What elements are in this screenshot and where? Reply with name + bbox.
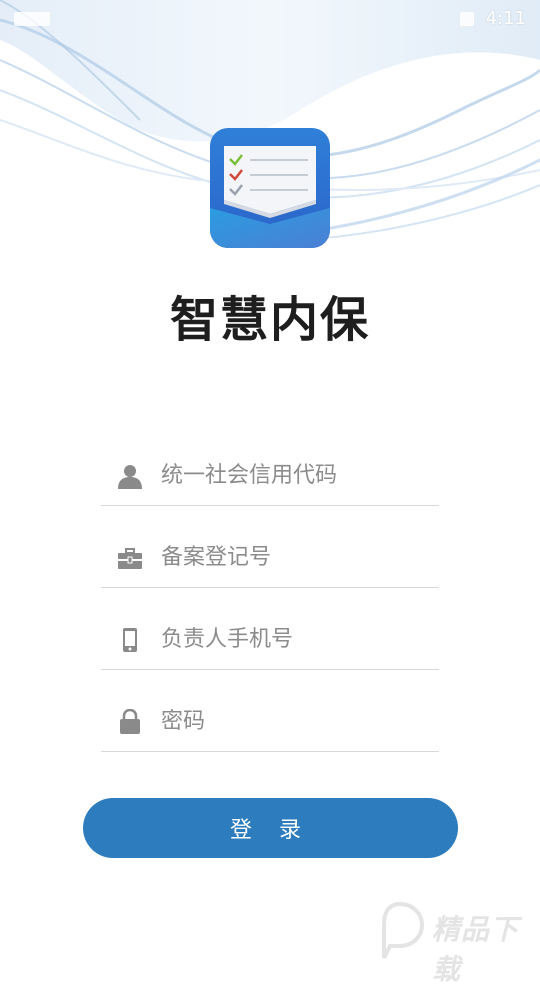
- watermark-text: 精品下载: [432, 913, 520, 986]
- status-bar: 4:11: [0, 0, 540, 36]
- credit-code-input[interactable]: [161, 457, 431, 493]
- briefcase-icon: [117, 545, 143, 571]
- registration-number-field: [101, 527, 439, 588]
- app-logo-icon: [210, 128, 330, 248]
- registration-number-input[interactable]: [161, 539, 431, 575]
- lock-icon: [117, 708, 143, 735]
- app-title: 智慧内保: [169, 292, 370, 348]
- password-input[interactable]: [161, 703, 431, 739]
- login-button[interactable]: 登 录: [83, 798, 458, 858]
- status-notification-icon: [14, 12, 50, 26]
- phone-field: [101, 609, 439, 670]
- user-icon: [117, 463, 143, 489]
- phone-icon: [117, 627, 143, 653]
- status-signal-icon: [460, 12, 474, 26]
- password-field: [101, 691, 439, 752]
- watermark-logo-icon: [382, 901, 425, 959]
- credit-code-field: [101, 445, 439, 506]
- status-time: 4:11: [485, 8, 526, 29]
- phone-input[interactable]: [161, 621, 431, 657]
- watermark: 精品下载: [374, 900, 540, 986]
